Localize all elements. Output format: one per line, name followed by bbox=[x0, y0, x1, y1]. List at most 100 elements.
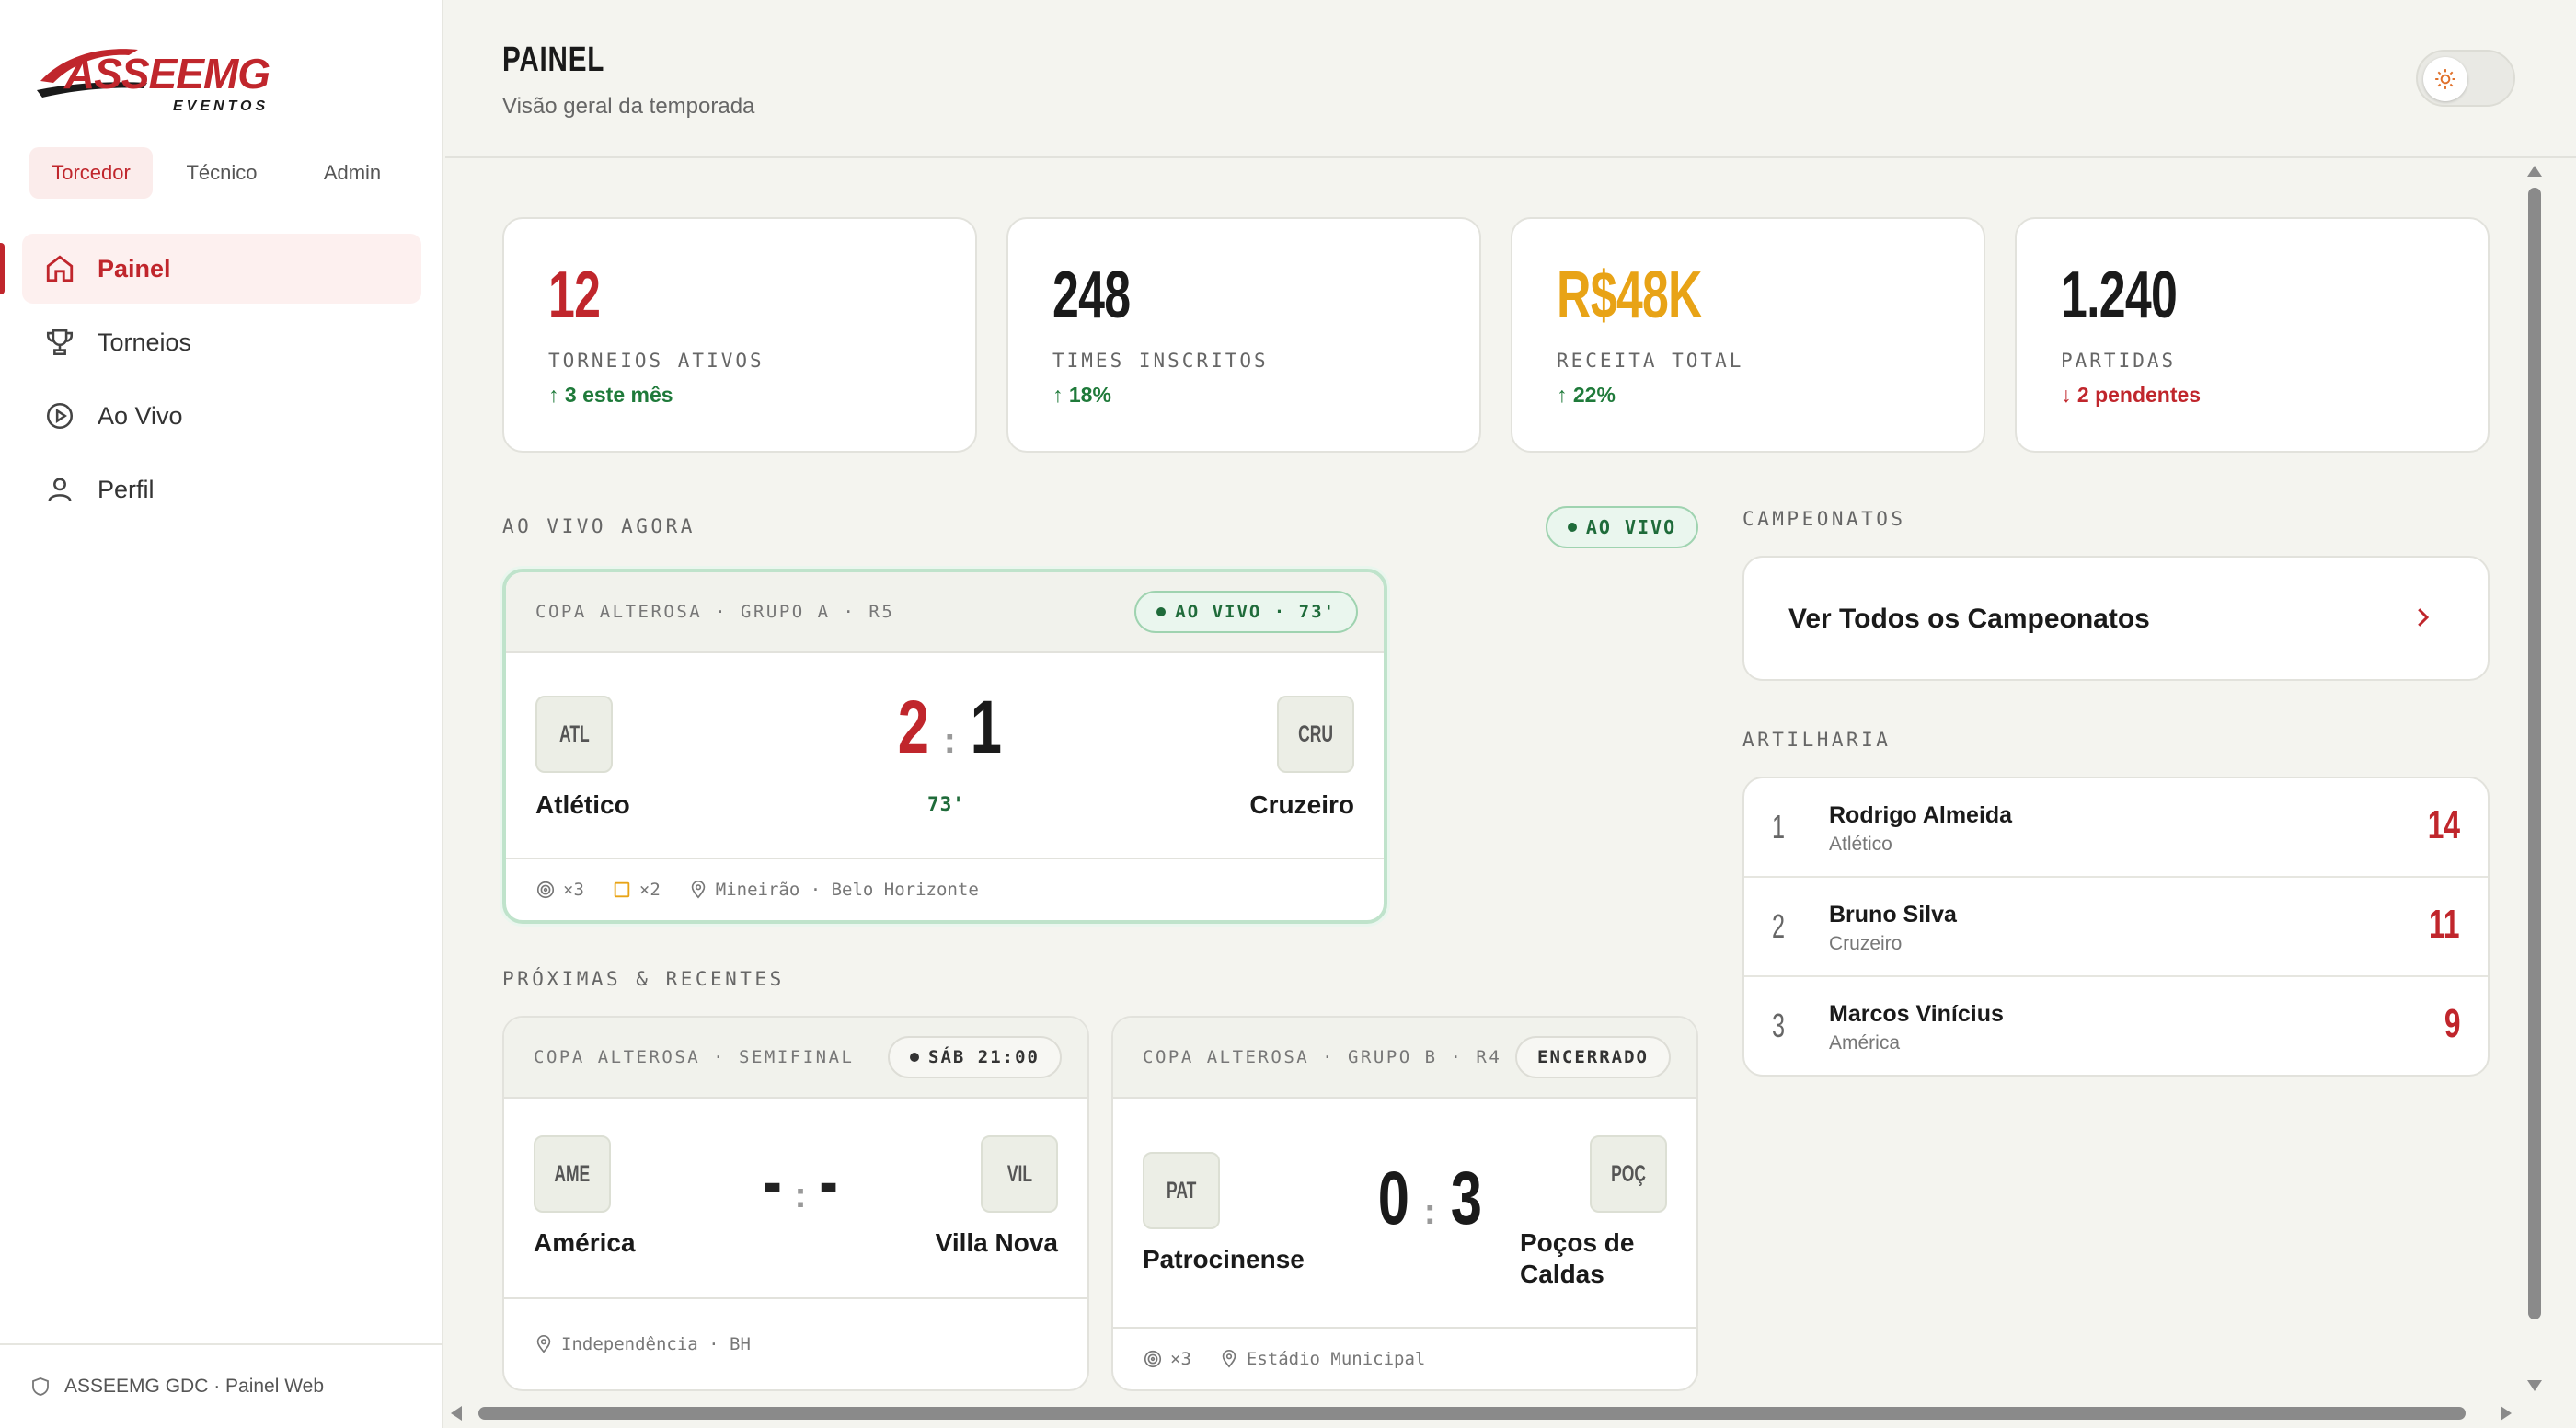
location-pin-icon bbox=[536, 1335, 551, 1353]
match-card-patrocinense-pocos[interactable]: COPA ALTEROSA · GRUPO B · R4 ENCERRADO P… bbox=[1111, 1016, 1698, 1391]
scroll-right-arrow-icon[interactable] bbox=[2501, 1406, 2512, 1421]
role-tab-torcedor[interactable]: Torcedor bbox=[29, 147, 153, 199]
stat-delta: ↓ 2 pendentes bbox=[2061, 383, 2202, 407]
scorer-goals: 14 bbox=[2427, 802, 2460, 847]
nav-item-painel[interactable]: Painel bbox=[0, 234, 421, 304]
nav-item-label: Ao Vivo bbox=[98, 401, 183, 430]
away-team-name: Cruzeiro bbox=[1249, 790, 1354, 819]
stat-delta: ↑ 18% bbox=[1052, 383, 1111, 407]
card-footer: Independência · BH bbox=[504, 1297, 1087, 1389]
team-code: POÇ bbox=[1611, 1160, 1646, 1187]
championships-link-label: Ver Todos os Campeonatos bbox=[1788, 604, 2150, 634]
stat-card-receita: R$48K RECEITA TOTAL ↑ 22% bbox=[1511, 217, 1985, 453]
match-card-america-villa[interactable]: COPA ALTEROSA · SEMIFINAL SÁB 21:00 AME … bbox=[502, 1016, 1089, 1391]
home-team-name: Patrocinense bbox=[1143, 1245, 1305, 1273]
scorer-row[interactable]: 1 Rodrigo Almeida Atlético 14 bbox=[1744, 778, 2488, 878]
sun-icon bbox=[2435, 69, 2455, 89]
stat-label: TIMES INSCRITOS bbox=[1052, 350, 1269, 372]
match-status-badge: ENCERRADO bbox=[1515, 1036, 1671, 1078]
scroll-down-arrow-icon[interactable] bbox=[2527, 1380, 2542, 1391]
home-score: 2 bbox=[897, 685, 929, 769]
team-code: PAT bbox=[1166, 1177, 1197, 1203]
status-dot bbox=[910, 1053, 920, 1062]
venue: Independência · BH bbox=[534, 1334, 751, 1354]
stat-label: TORNEIOS ATIVOS bbox=[548, 350, 765, 372]
user-icon bbox=[48, 478, 72, 502]
main-nav: Painel Torneios Ao Vivo Perfil bbox=[0, 234, 443, 528]
trophy-icon bbox=[46, 328, 74, 356]
scorer-name: Rodrigo Almeida bbox=[1829, 802, 2013, 828]
match-score: 2 : 1 bbox=[892, 685, 1007, 771]
vertical-scrollbar[interactable] bbox=[2524, 162, 2545, 1395]
home-team-name: Atlético bbox=[535, 790, 630, 819]
match-competition: COPA ALTEROSA · GRUPO A · R5 bbox=[535, 602, 895, 622]
vertical-scrollbar-thumb[interactable] bbox=[2528, 188, 2541, 1319]
live-status-pill: AO VIVO bbox=[1546, 506, 1698, 548]
theme-toggle[interactable] bbox=[2416, 50, 2515, 107]
scorer-row[interactable]: 2 Bruno Silva Cruzeiro 11 bbox=[1744, 878, 2488, 977]
section-scorers-label: ARTILHARIA bbox=[1742, 729, 1892, 751]
stat-value: R$48K bbox=[1557, 259, 1702, 332]
stat-card-partidas: 1.240 PARTIDAS ↓ 2 pendentes bbox=[2015, 217, 2490, 453]
scroll-up-arrow-icon[interactable] bbox=[2527, 166, 2542, 177]
team-code: ATL bbox=[558, 720, 590, 747]
goals-count: ×3 bbox=[563, 880, 584, 900]
card-header: COPA ALTEROSA · SEMIFINAL SÁB 21:00 bbox=[504, 1018, 1087, 1099]
match-competition: COPA ALTEROSA · GRUPO B · R4 bbox=[1143, 1047, 1502, 1067]
match-status-badge: SÁB 21:00 bbox=[888, 1036, 1062, 1078]
target-icon bbox=[1144, 1350, 1162, 1368]
away-team-crest: POÇ bbox=[1590, 1135, 1667, 1213]
goals-count: ×3 bbox=[1170, 1349, 1191, 1369]
scorer-rank: 3 bbox=[1772, 1007, 1786, 1044]
view-all-championships-link[interactable]: Ver Todos os Campeonatos bbox=[1742, 556, 2490, 681]
section-championships-label: CAMPEONATOS bbox=[1742, 508, 1906, 530]
scorer-name: Bruno Silva bbox=[1829, 902, 1957, 927]
nav-item-perfil[interactable]: Perfil bbox=[22, 455, 421, 524]
score-separator: : bbox=[794, 1175, 807, 1215]
brand-sub: EVENTOS bbox=[173, 98, 269, 114]
location-pin-icon bbox=[1222, 1350, 1236, 1368]
horizontal-scrollbar[interactable] bbox=[447, 1400, 2528, 1426]
stat-card-torneios: 12 TORNEIOS ATIVOS ↑ 3 este mês bbox=[502, 217, 977, 453]
scorer-team: Cruzeiro bbox=[1829, 933, 1903, 954]
footer-text: ASSEEMG GDC · Painel Web bbox=[64, 1376, 325, 1397]
top-scorers-list: 1 Rodrigo Almeida Atlético 14 2 Bruno Si… bbox=[1742, 777, 2490, 1077]
brand-logo[interactable]: ASSEEMG EVENTOS bbox=[37, 37, 304, 114]
location-pin-icon bbox=[691, 881, 706, 899]
match-status-badge: AO VIVO · 73' bbox=[1134, 591, 1358, 633]
horizontal-scrollbar-thumb[interactable] bbox=[478, 1407, 2466, 1420]
nav-item-torneios[interactable]: Torneios bbox=[22, 307, 421, 377]
away-team-name-line1: Poços de bbox=[1520, 1228, 1635, 1257]
venue: Estádio Municipal bbox=[1219, 1349, 1425, 1369]
away-team-crest: VIL bbox=[981, 1135, 1058, 1213]
stat-value: 12 bbox=[548, 259, 601, 332]
theme-toggle-knob bbox=[2423, 57, 2467, 101]
role-tabs: Torcedor Técnico Admin bbox=[29, 147, 421, 199]
home-team-crest: PAT bbox=[1143, 1152, 1220, 1229]
target-icon bbox=[536, 881, 555, 899]
away-score: - bbox=[819, 1140, 838, 1224]
yellow-card-icon bbox=[614, 881, 630, 898]
home-score: 0 bbox=[1377, 1157, 1409, 1240]
match-competition: COPA ALTEROSA · SEMIFINAL bbox=[534, 1047, 855, 1067]
section-upcoming-label: PRÓXIMAS & RECENTES bbox=[502, 968, 785, 990]
page-subtitle: Visão geral da temporada bbox=[502, 94, 755, 119]
scorer-goals: 9 bbox=[2444, 1001, 2460, 1046]
live-match-card[interactable]: COPA ALTEROSA · GRUPO A · R5 AO VIVO · 7… bbox=[502, 569, 1387, 924]
scroll-left-arrow-icon[interactable] bbox=[451, 1406, 462, 1421]
role-tab-tecnico[interactable]: Técnico bbox=[160, 147, 283, 199]
home-team-name: América bbox=[534, 1228, 636, 1257]
card-footer: ×3 Estádio Municipal bbox=[1113, 1327, 1696, 1389]
away-score: 3 bbox=[1450, 1157, 1482, 1240]
card-header: COPA ALTEROSA · GRUPO B · R4 ENCERRADO bbox=[1113, 1018, 1696, 1099]
cards-count: ×2 bbox=[638, 880, 661, 900]
page-title: PAINEL bbox=[502, 40, 605, 79]
role-tab-admin[interactable]: Admin bbox=[291, 147, 414, 199]
nav-item-ao-vivo[interactable]: Ao Vivo bbox=[22, 381, 421, 451]
scorer-row[interactable]: 3 Marcos Vinícius América 9 bbox=[1744, 977, 2488, 1075]
scorer-team: América bbox=[1829, 1032, 1901, 1054]
badge-label: SÁB 21:00 bbox=[928, 1047, 1040, 1067]
sidebar: ASSEEMG EVENTOS Torcedor Técnico Admin P… bbox=[0, 0, 443, 1428]
home-team-crest: AME bbox=[534, 1135, 611, 1213]
away-team-crest: CRU bbox=[1277, 696, 1354, 773]
